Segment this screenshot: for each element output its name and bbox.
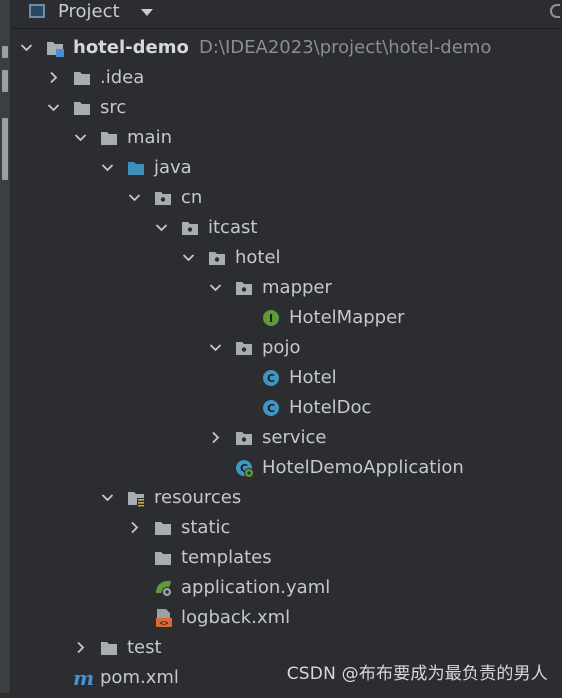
tree-item-label: hotel xyxy=(235,247,281,268)
package-icon xyxy=(181,218,199,238)
folder-icon xyxy=(154,548,172,568)
project-view-icon xyxy=(29,4,45,18)
tree-item-label: src xyxy=(100,97,127,118)
tree-row[interactable]: hotel-demo D:\IDEA2023\project\hotel-demo xyxy=(11,33,562,63)
tree-row[interactable]: I HotelMapper xyxy=(11,303,562,333)
tree-row[interactable]: itcast xyxy=(11,213,562,243)
tree-row[interactable]: templates xyxy=(11,543,562,573)
maven-icon: m xyxy=(73,666,94,690)
tree-item-label: test xyxy=(127,637,162,658)
tree-item-label: logback.xml xyxy=(181,607,291,628)
resources-folder-icon xyxy=(127,488,145,508)
tree-row[interactable]: src xyxy=(11,93,562,123)
chevron-down-icon[interactable] xyxy=(100,153,114,183)
folder-icon xyxy=(154,518,172,538)
package-icon xyxy=(208,248,226,268)
tree-item-label: .idea xyxy=(100,67,145,88)
tree-item-label: hotel-demo xyxy=(73,37,189,58)
chevron-down-icon[interactable] xyxy=(208,333,222,363)
tool-window-strip xyxy=(0,0,11,693)
tree-row[interactable]: C HotelDemoApplication xyxy=(11,453,562,483)
tree-item-label: HotelDemoApplication xyxy=(262,457,464,478)
tree-item-label: templates xyxy=(181,547,272,568)
package-icon xyxy=(235,338,253,358)
tree-row[interactable]: .idea xyxy=(11,63,562,93)
tree-row[interactable]: resources xyxy=(11,483,562,513)
tree-row[interactable]: hotel xyxy=(11,243,562,273)
tree-item-label: resources xyxy=(154,487,242,508)
tree-row[interactable]: C Hotel xyxy=(11,363,562,393)
spring-boot-app-icon: C xyxy=(235,458,254,478)
strip-tab-marker[interactable] xyxy=(2,46,8,58)
tree-item-label: pojo xyxy=(262,337,301,358)
settings-icon[interactable] xyxy=(550,4,560,18)
folder-icon xyxy=(100,128,118,148)
chevron-down-icon[interactable] xyxy=(181,243,195,273)
chevron-down-icon[interactable] xyxy=(46,93,60,123)
xml-file-icon: <> xyxy=(154,608,172,628)
tree-item-label: Hotel xyxy=(289,367,337,388)
strip-tab-marker[interactable] xyxy=(2,118,8,180)
folder-icon xyxy=(100,638,118,658)
chevron-right-icon[interactable] xyxy=(127,513,141,543)
interface-icon: I xyxy=(262,308,280,328)
package-icon xyxy=(235,278,253,298)
yaml-config-icon xyxy=(154,578,173,598)
tree-item-label: HotelDoc xyxy=(289,397,372,418)
tree-row[interactable]: pojo xyxy=(11,333,562,363)
svg-text:m: m xyxy=(73,668,94,688)
svg-text:C: C xyxy=(267,372,275,385)
tree-row[interactable]: <> logback.xml xyxy=(11,603,562,633)
strip-tab-marker[interactable] xyxy=(2,70,8,92)
module-path: D:\IDEA2023\project\hotel-demo xyxy=(199,37,492,58)
chevron-right-icon[interactable] xyxy=(46,63,60,93)
chevron-down-icon[interactable] xyxy=(141,9,153,16)
watermark: CSDN @布布要成为最负责的男人 xyxy=(286,664,548,684)
module-folder-icon xyxy=(46,38,64,58)
tree-item-label: main xyxy=(127,127,172,148)
tree-row[interactable]: service xyxy=(11,423,562,453)
tree-row[interactable]: main xyxy=(11,123,562,153)
class-icon: C xyxy=(262,368,280,388)
tree-item-label: java xyxy=(154,157,192,178)
chevron-down-icon[interactable] xyxy=(154,213,168,243)
tree-item-label: application.yaml xyxy=(181,577,331,598)
folder-icon xyxy=(73,98,91,118)
class-icon: C xyxy=(262,398,280,418)
tree-item-label: itcast xyxy=(208,217,258,238)
tree-row[interactable]: mapper xyxy=(11,273,562,303)
tree-item-label: static xyxy=(181,517,231,538)
tree-row[interactable]: application.yaml xyxy=(11,573,562,603)
tree-item-label: HotelMapper xyxy=(289,307,405,328)
folder-icon xyxy=(73,68,91,88)
chevron-down-icon[interactable] xyxy=(127,183,141,213)
tree-row[interactable]: C HotelDoc xyxy=(11,393,562,423)
package-icon xyxy=(154,188,172,208)
chevron-down-icon[interactable] xyxy=(19,33,33,63)
chevron-right-icon[interactable] xyxy=(208,423,222,453)
chevron-down-icon[interactable] xyxy=(208,273,222,303)
tree-row[interactable]: java xyxy=(11,153,562,183)
panel-title[interactable]: Project xyxy=(58,1,120,23)
project-panel: Project hotel-demo D:\IDEA2023\project\ho… xyxy=(11,0,562,693)
svg-text:<>: <> xyxy=(159,618,169,627)
package-icon xyxy=(235,428,253,448)
chevron-down-icon[interactable] xyxy=(100,483,114,513)
tree-item-label: cn xyxy=(181,187,203,208)
source-folder-icon xyxy=(127,158,145,178)
project-panel-header: Project xyxy=(11,0,562,29)
chevron-right-icon[interactable] xyxy=(73,633,87,663)
tree-item-label: pom.xml xyxy=(100,667,179,688)
tree-row[interactable]: static xyxy=(11,513,562,543)
chevron-down-icon[interactable] xyxy=(73,123,87,153)
svg-text:I: I xyxy=(269,312,273,325)
tree-item-label: mapper xyxy=(262,277,332,298)
svg-text:C: C xyxy=(267,402,275,415)
tree-item-label: service xyxy=(262,427,327,448)
tree-row[interactable]: cn xyxy=(11,183,562,213)
